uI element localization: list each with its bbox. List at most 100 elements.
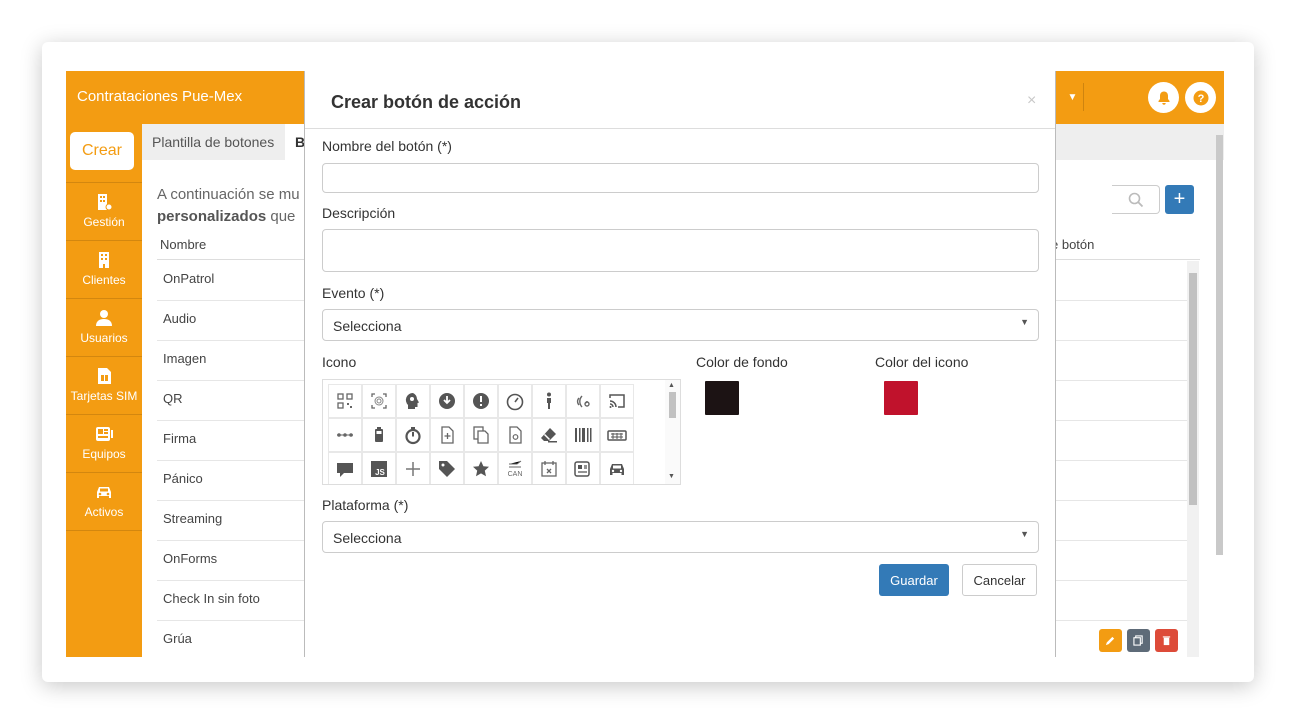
icon-picker-scrollbar[interactable]: ▲ ▼: [665, 380, 680, 484]
dots-connector-icon[interactable]: [328, 418, 362, 452]
sidebar-item-clientes[interactable]: Clientes: [66, 240, 142, 298]
cast-icon[interactable]: [600, 384, 634, 418]
table-scrollbar[interactable]: [1187, 261, 1199, 657]
platform-select[interactable]: Selecciona ▼: [322, 521, 1039, 553]
icon-color-swatch[interactable]: [884, 381, 918, 415]
car-front-icon[interactable]: [600, 452, 634, 484]
device-icon: [96, 427, 113, 441]
description-textarea[interactable]: [322, 229, 1039, 272]
row-name: OnForms: [163, 551, 218, 566]
icon-label: Icono: [322, 354, 357, 370]
notifications-button[interactable]: [1148, 82, 1179, 113]
scrollbar-thumb[interactable]: [1189, 273, 1197, 505]
sidebar-item-label: Clientes: [82, 273, 126, 287]
cancel-button[interactable]: Cancelar: [962, 564, 1037, 596]
row-name: OnPatrol: [163, 271, 215, 286]
scroll-down-icon[interactable]: ▼: [668, 473, 675, 480]
delete-button[interactable]: [1155, 629, 1178, 652]
icon-picker[interactable]: JS CAN ▲ ▼: [322, 379, 681, 485]
keyboard-icon[interactable]: [600, 418, 634, 452]
search-input[interactable]: [1112, 185, 1160, 214]
person-walking-icon[interactable]: [532, 384, 566, 418]
file-plus-icon[interactable]: [430, 418, 464, 452]
speedometer-icon[interactable]: [498, 384, 532, 418]
newspaper-icon[interactable]: [566, 452, 600, 484]
scroll-up-icon[interactable]: ▲: [668, 382, 675, 389]
tag-icon[interactable]: [430, 452, 464, 484]
eraser-icon[interactable]: [532, 418, 566, 452]
add-button[interactable]: +: [1165, 185, 1194, 214]
sidebar-item-tarjetas-sim[interactable]: Tarjetas SIM: [66, 356, 142, 414]
help-button[interactable]: ?: [1185, 82, 1216, 113]
sidebar-item-gestion[interactable]: Gestión: [66, 182, 142, 240]
sidebar-item-label: Gestión: [83, 215, 125, 229]
barcode-icon[interactable]: [566, 418, 600, 452]
sidebar-divider: [66, 530, 142, 531]
column-header-name[interactable]: Nombre: [160, 237, 206, 252]
duplicate-button[interactable]: [1127, 629, 1150, 652]
tab-plantilla-botones[interactable]: Plantilla de botones: [142, 124, 284, 160]
row-name: Check In sin foto: [163, 591, 260, 606]
event-label: Evento (*): [322, 285, 385, 301]
question-icon: ?: [1193, 90, 1208, 105]
alert-circle-icon[interactable]: [464, 384, 498, 418]
row-name: QR: [163, 391, 183, 406]
head-idea-icon[interactable]: [396, 384, 430, 418]
fingerprint-icon[interactable]: [362, 384, 396, 418]
platform-select-value: Selecciona: [333, 530, 402, 546]
car-icon: [97, 487, 111, 498]
bell-icon: [1158, 91, 1169, 105]
app-title: Contrataciones Pue-Mex: [77, 88, 243, 105]
copy-icon[interactable]: [464, 418, 498, 452]
stopwatch-icon[interactable]: [396, 418, 430, 452]
svg-text:CAN: CAN: [508, 471, 523, 478]
comment-icon[interactable]: [328, 452, 362, 484]
search-icon: [1128, 192, 1144, 208]
modal-title: Crear botón de acción: [331, 92, 522, 112]
row-name: Grúa: [163, 631, 192, 646]
page-scrollbar[interactable]: [1216, 135, 1223, 555]
platform-label: Plataforma (*): [322, 497, 409, 513]
can-bus-icon[interactable]: CAN: [498, 452, 532, 484]
sidebar-item-label: Tarjetas SIM: [70, 389, 138, 403]
qr-code-icon[interactable]: [328, 384, 362, 418]
sidebar-item-label: Usuarios: [80, 331, 128, 345]
intro-line: A continuación se mu: [157, 186, 300, 203]
scrollbar-thumb[interactable]: [669, 392, 676, 418]
create-button-modal: Crear botón de acción × Nombre del botón…: [304, 71, 1056, 657]
intro-rest: que: [266, 208, 296, 225]
sidebar-item-label: Activos: [84, 505, 124, 519]
row-name: Imagen: [163, 351, 207, 366]
create-button[interactable]: Crear: [70, 132, 134, 170]
js-file-icon[interactable]: JS: [362, 452, 396, 484]
edit-button[interactable]: [1099, 629, 1122, 652]
column-header-button[interactable]: e botón: [1051, 237, 1094, 252]
sidebar-item-equipos[interactable]: Equipos: [66, 414, 142, 472]
name-input[interactable]: [322, 163, 1039, 193]
dropdown-caret-icon[interactable]: ▼: [1062, 83, 1084, 111]
intro-bold: personalizados: [157, 208, 267, 225]
trash-icon: [1162, 636, 1171, 646]
file-lock-icon[interactable]: [498, 418, 532, 452]
star-icon[interactable]: [464, 452, 498, 484]
intro-text: A continuación se mu personalizados que: [157, 184, 300, 228]
sidebar-item-activos[interactable]: Activos: [66, 472, 142, 530]
plus-icon: +: [1173, 188, 1186, 210]
row-name: Streaming: [163, 511, 223, 526]
svg-text:JS: JS: [375, 468, 385, 477]
bg-color-swatch[interactable]: [705, 381, 739, 415]
modal-divider: [305, 128, 1055, 129]
download-circle-icon[interactable]: [430, 384, 464, 418]
calendar-x-icon[interactable]: [532, 452, 566, 484]
close-icon[interactable]: ×: [1027, 92, 1036, 110]
plus-icon[interactable]: [396, 452, 430, 484]
nfc-signal-icon[interactable]: [566, 384, 600, 418]
battery-icon[interactable]: [362, 418, 396, 452]
event-select[interactable]: Selecciona ▼: [322, 309, 1039, 341]
sidebar-item-usuarios[interactable]: Usuarios: [66, 298, 142, 356]
bg-color-label: Color de fondo: [696, 354, 788, 370]
save-button[interactable]: Guardar: [879, 564, 949, 596]
copy-file-icon: [1133, 635, 1143, 646]
building-icon: [99, 252, 109, 268]
svg-text:?: ?: [1197, 93, 1204, 105]
